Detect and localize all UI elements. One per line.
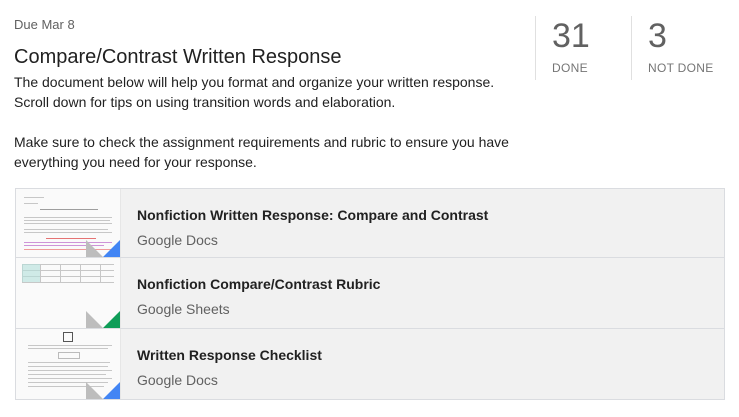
- spreadsheet-thumbnail-icon: [16, 258, 121, 328]
- attachment-type: Google Docs: [137, 232, 218, 248]
- document-thumbnail-icon: [16, 189, 121, 257]
- assignment-title: Compare/Contrast Written Response: [14, 46, 342, 68]
- attachment-item[interactable]: Written Response Checklist Google Docs: [15, 329, 725, 400]
- not-done-stat[interactable]: 3 NOT DONE: [631, 16, 739, 80]
- attachment-name: Nonfiction Written Response: Compare and…: [137, 207, 489, 223]
- document-thumbnail-icon: [16, 329, 121, 399]
- google-docs-corner: [103, 382, 120, 399]
- due-date: Due Mar 8: [14, 17, 75, 32]
- attachment-info: Nonfiction Compare/Contrast Rubric Googl…: [121, 258, 380, 328]
- description-paragraph: Make sure to check the assignment requir…: [14, 134, 509, 170]
- done-stat[interactable]: 31 DONE: [535, 16, 631, 80]
- attachment-item[interactable]: Nonfiction Compare/Contrast Rubric Googl…: [15, 258, 725, 329]
- done-count: 31: [552, 17, 590, 55]
- google-sheets-corner: [103, 311, 120, 328]
- attachment-name: Nonfiction Compare/Contrast Rubric: [137, 276, 381, 292]
- attachment-info: Nonfiction Written Response: Compare and…: [121, 189, 488, 257]
- assignment-description: The document below will help you format …: [14, 72, 514, 172]
- submission-stats: 31 DONE 3 NOT DONE: [535, 16, 739, 80]
- attachment-type: Google Docs: [137, 372, 218, 388]
- google-docs-corner: [103, 240, 120, 257]
- not-done-count: 3: [648, 17, 667, 55]
- description-paragraph: The document below will help you format …: [14, 74, 495, 110]
- attachment-list: Nonfiction Written Response: Compare and…: [15, 188, 725, 400]
- attachment-info: Written Response Checklist Google Docs: [121, 329, 322, 399]
- attachment-item[interactable]: Nonfiction Written Response: Compare and…: [15, 188, 725, 258]
- done-label: DONE: [552, 61, 588, 75]
- attachment-type: Google Sheets: [137, 301, 230, 317]
- attachment-name: Written Response Checklist: [137, 347, 322, 363]
- not-done-label: NOT DONE: [648, 61, 714, 75]
